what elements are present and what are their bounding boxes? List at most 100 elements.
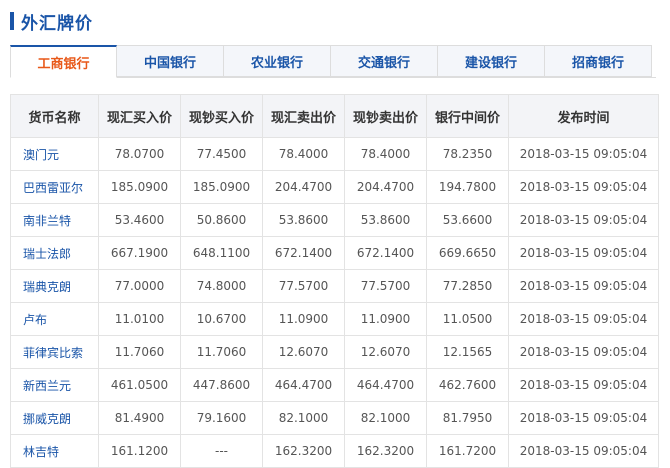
rate-cell: 79.1600 bbox=[180, 401, 263, 435]
currency-name-link[interactable]: 瑞典克朗 bbox=[10, 269, 99, 303]
currency-name-link[interactable]: 林吉特 bbox=[10, 434, 99, 468]
publish-time-cell: 2018-03-15 09:05:04 bbox=[508, 170, 659, 204]
rate-cell: 81.7950 bbox=[426, 401, 509, 435]
currency-name-link[interactable]: 瑞士法郎 bbox=[10, 236, 99, 270]
table-row: 南非兰特 53.4600 50.8600 53.8600 53.8600 53.6600 2… bbox=[10, 203, 659, 237]
rate-cell: 161.7200 bbox=[426, 434, 509, 468]
currency-name-link[interactable]: 澳门元 bbox=[10, 137, 99, 171]
tab-cmb[interactable]: 招商银行 bbox=[545, 45, 652, 77]
rate-cell: 204.4700 bbox=[262, 170, 345, 204]
table-body: 澳门元 78.0700 77.4500 78.4000 78.4000 78.2350 20… bbox=[10, 137, 659, 468]
column-header: 现钞卖出价 bbox=[344, 94, 427, 138]
table-row: 挪威克朗 81.4900 79.1600 82.1000 82.1000 81.7950 2… bbox=[10, 401, 659, 435]
rate-cell: 672.1400 bbox=[262, 236, 345, 270]
table-row: 林吉特 161.1200 --- 162.3200 162.3200 161.7200 20… bbox=[10, 434, 659, 468]
page-title: 外汇牌价 bbox=[21, 13, 93, 34]
rate-cell: 53.4600 bbox=[98, 203, 181, 237]
column-header: 发布时间 bbox=[508, 94, 659, 138]
rate-cell: 462.7600 bbox=[426, 368, 509, 402]
rate-cell: --- bbox=[180, 434, 263, 468]
rate-cell: 11.0900 bbox=[344, 302, 427, 336]
table-header-row: 货币名称 现汇买入价 现钞买入价 现汇卖出价 现钞卖出价 银行中间价 发布时间 bbox=[10, 94, 659, 138]
rate-cell: 11.0900 bbox=[262, 302, 345, 336]
publish-time-cell: 2018-03-15 09:05:04 bbox=[508, 335, 659, 369]
rate-cell: 77.2850 bbox=[426, 269, 509, 303]
rate-cell: 82.1000 bbox=[344, 401, 427, 435]
rate-cell: 11.7060 bbox=[180, 335, 263, 369]
tab-ccb[interactable]: 建设银行 bbox=[438, 45, 545, 77]
rate-cell: 53.8600 bbox=[262, 203, 345, 237]
table-row: 巴西雷亚尔 185.0900 185.0900 204.4700 204.4700 194… bbox=[10, 170, 659, 204]
publish-time-cell: 2018-03-15 09:05:04 bbox=[508, 401, 659, 435]
rate-cell: 667.1900 bbox=[98, 236, 181, 270]
column-header: 货币名称 bbox=[10, 94, 99, 138]
column-header: 现汇买入价 bbox=[98, 94, 181, 138]
rate-cell: 10.6700 bbox=[180, 302, 263, 336]
bank-tabs: 工商银行 中国银行 农业银行 交通银行 建设银行 招商银行 bbox=[10, 45, 656, 78]
rate-cell: 77.0000 bbox=[98, 269, 181, 303]
table-row: 卢布 11.0100 10.6700 11.0900 11.0900 11.0500 201… bbox=[10, 302, 659, 336]
currency-name-link[interactable]: 挪威克朗 bbox=[10, 401, 99, 435]
rate-cell: 447.8600 bbox=[180, 368, 263, 402]
rate-cell: 464.4700 bbox=[262, 368, 345, 402]
rate-cell: 53.8600 bbox=[344, 203, 427, 237]
rate-cell: 648.1100 bbox=[180, 236, 263, 270]
rate-cell: 77.4500 bbox=[180, 137, 263, 171]
rate-cell: 185.0900 bbox=[180, 170, 263, 204]
currency-name-link[interactable]: 卢布 bbox=[10, 302, 99, 336]
rate-cell: 50.8600 bbox=[180, 203, 263, 237]
rate-cell: 81.4900 bbox=[98, 401, 181, 435]
tab-bocom[interactable]: 交通银行 bbox=[331, 45, 438, 77]
rate-cell: 672.1400 bbox=[344, 236, 427, 270]
rate-cell: 82.1000 bbox=[262, 401, 345, 435]
rate-cell: 11.0500 bbox=[426, 302, 509, 336]
column-header: 现钞买入价 bbox=[180, 94, 263, 138]
publish-time-cell: 2018-03-15 09:05:04 bbox=[508, 368, 659, 402]
rate-cell: 185.0900 bbox=[98, 170, 181, 204]
publish-time-cell: 2018-03-15 09:05:04 bbox=[508, 302, 659, 336]
rate-cell: 461.0500 bbox=[98, 368, 181, 402]
title-accent-bar bbox=[10, 12, 14, 30]
rate-cell: 11.0100 bbox=[98, 302, 181, 336]
column-header: 现汇卖出价 bbox=[262, 94, 345, 138]
rate-cell: 78.0700 bbox=[98, 137, 181, 171]
rate-cell: 162.3200 bbox=[344, 434, 427, 468]
rate-cell: 12.1565 bbox=[426, 335, 509, 369]
table-row: 瑞士法郎 667.1900 648.1100 672.1400 672.1400 669.… bbox=[10, 236, 659, 270]
tab-abc[interactable]: 农业银行 bbox=[224, 45, 331, 77]
rate-cell: 11.7060 bbox=[98, 335, 181, 369]
currency-name-link[interactable]: 新西兰元 bbox=[10, 368, 99, 402]
rate-cell: 12.6070 bbox=[262, 335, 345, 369]
column-header: 银行中间价 bbox=[426, 94, 509, 138]
publish-time-cell: 2018-03-15 09:05:04 bbox=[508, 434, 659, 468]
table-row: 澳门元 78.0700 77.4500 78.4000 78.4000 78.2350 20… bbox=[10, 137, 659, 171]
rate-cell: 78.4000 bbox=[344, 137, 427, 171]
rate-cell: 78.4000 bbox=[262, 137, 345, 171]
rate-cell: 464.4700 bbox=[344, 368, 427, 402]
section-header: 外汇牌价 bbox=[10, 8, 93, 34]
rate-cell: 669.6650 bbox=[426, 236, 509, 270]
rate-cell: 12.6070 bbox=[344, 335, 427, 369]
rate-cell: 194.7800 bbox=[426, 170, 509, 204]
rate-cell: 161.1200 bbox=[98, 434, 181, 468]
rate-cell: 77.5700 bbox=[344, 269, 427, 303]
table-row: 新西兰元 461.0500 447.8600 464.4700 464.4700 462.… bbox=[10, 368, 659, 402]
currency-name-link[interactable]: 菲律宾比索 bbox=[10, 335, 99, 369]
publish-time-cell: 2018-03-15 09:05:04 bbox=[508, 236, 659, 270]
rate-cell: 162.3200 bbox=[262, 434, 345, 468]
table-row: 瑞典克朗 77.0000 74.8000 77.5700 77.5700 77.2850 2… bbox=[10, 269, 659, 303]
tab-icbc[interactable]: 工商银行 bbox=[10, 45, 117, 78]
publish-time-cell: 2018-03-15 09:05:04 bbox=[508, 269, 659, 303]
rate-cell: 204.4700 bbox=[344, 170, 427, 204]
rate-cell: 53.6600 bbox=[426, 203, 509, 237]
rate-cell: 74.8000 bbox=[180, 269, 263, 303]
table-row: 菲律宾比索 11.7060 11.7060 12.6070 12.6070 12.1565… bbox=[10, 335, 659, 369]
publish-time-cell: 2018-03-15 09:05:04 bbox=[508, 137, 659, 171]
rate-cell: 77.5700 bbox=[262, 269, 345, 303]
rate-cell: 78.2350 bbox=[426, 137, 509, 171]
exchange-rate-table: 货币名称 现汇买入价 现钞买入价 现汇卖出价 现钞卖出价 银行中间价 发布时间 … bbox=[10, 94, 659, 468]
publish-time-cell: 2018-03-15 09:05:04 bbox=[508, 203, 659, 237]
tab-boc[interactable]: 中国银行 bbox=[117, 45, 224, 77]
currency-name-link[interactable]: 巴西雷亚尔 bbox=[10, 170, 99, 204]
currency-name-link[interactable]: 南非兰特 bbox=[10, 203, 99, 237]
